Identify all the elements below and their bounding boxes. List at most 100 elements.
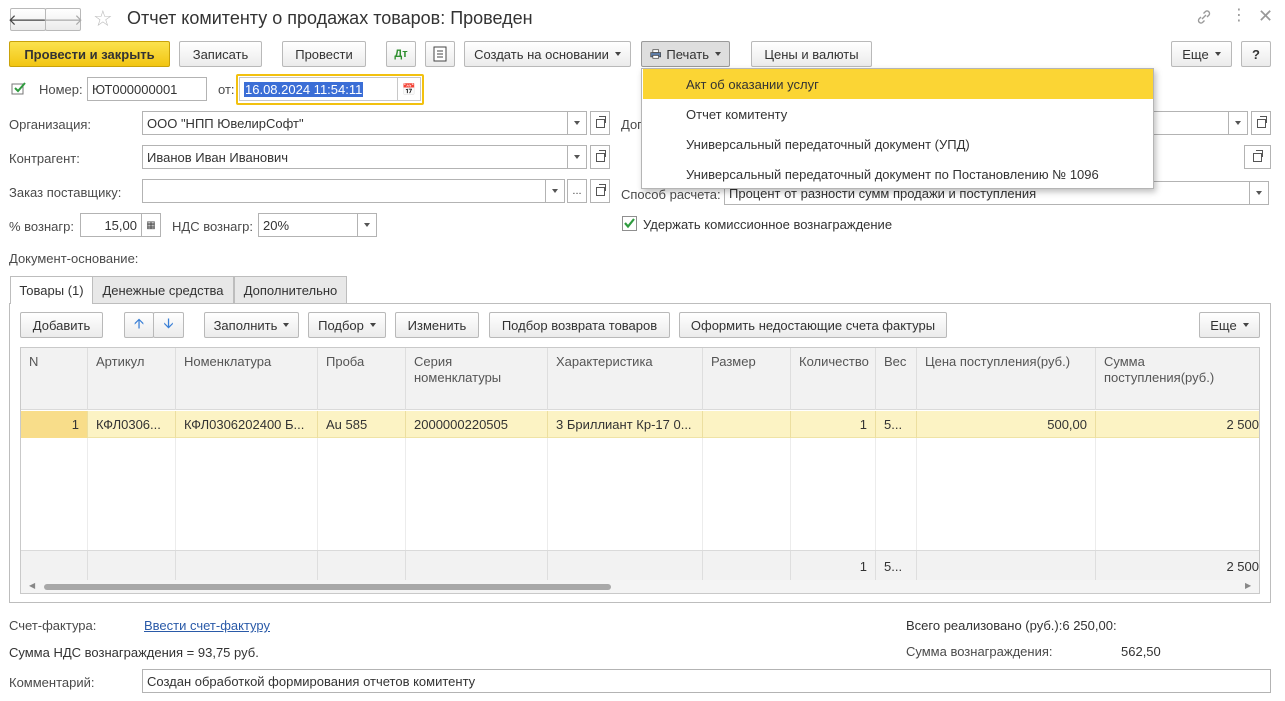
print-button[interactable]: Печать (641, 41, 730, 67)
change-button[interactable]: Изменить (395, 312, 479, 338)
save-button[interactable]: Записать (179, 41, 262, 67)
col-header-proba[interactable]: Проба (318, 348, 406, 410)
organization-open[interactable] (590, 111, 610, 135)
number-field[interactable]: ЮТ000000001 (87, 77, 207, 101)
move-down-button[interactable]: 🡫 (153, 312, 184, 338)
reward-sum-value: 562,50 (1121, 644, 1161, 659)
chevron-down-icon (283, 323, 290, 327)
footer-empty (703, 551, 791, 581)
create-based-on-button[interactable]: Создать на основании (464, 41, 631, 67)
cell-proba[interactable]: Au 585 (318, 411, 406, 438)
col-header-article[interactable]: Артикул (88, 348, 176, 410)
create-invoices-button[interactable]: Оформить недостающие счета фактуры (679, 312, 947, 338)
dt-ct-button[interactable]: Дт (386, 41, 416, 67)
tab-money[interactable]: Денежные средства (92, 276, 234, 303)
contractor-dropdown[interactable] (567, 145, 587, 169)
selection-button[interactable]: Подбор (308, 312, 386, 338)
open-icon (1256, 115, 1267, 128)
report-structure-button[interactable] (425, 41, 455, 67)
scrollbar-thumb[interactable] (44, 584, 611, 590)
reward-pct-field[interactable]: 15,00 (80, 213, 142, 237)
col-header-nomenclature[interactable]: Номенклатура (176, 348, 318, 410)
col-header-sum[interactable]: Сумма поступления(руб.) (1096, 348, 1259, 410)
cell-price[interactable]: 500,00 (917, 411, 1096, 438)
cell-article[interactable]: КФЛ0306... (88, 411, 176, 438)
payment-method-dropdown[interactable] (1249, 181, 1269, 205)
add-button[interactable]: Добавить (20, 312, 103, 338)
calendar-icon: 📅 (402, 83, 416, 96)
supplier-order-field[interactable] (142, 179, 546, 203)
cell-sum[interactable]: 2 500 (1096, 411, 1259, 438)
date-field[interactable]: 16.08.2024 11:54:11 (239, 77, 398, 101)
close-icon[interactable]: ✕ (1258, 6, 1273, 27)
back-button[interactable]: 🡐 (8, 8, 48, 31)
col-header-quantity[interactable]: Количество (791, 348, 876, 410)
move-up-button[interactable]: 🡩 (124, 312, 154, 338)
cell-n[interactable]: 1 (21, 411, 88, 438)
document-structure-icon (433, 46, 447, 62)
enter-invoice-link[interactable]: Ввести счет-фактуру (144, 618, 270, 633)
tab-additional[interactable]: Дополнительно (234, 276, 347, 303)
forward-button[interactable]: 🡒 (43, 8, 83, 31)
help-button[interactable]: ? (1241, 41, 1271, 67)
calendar-button[interactable]: 📅 (397, 77, 421, 101)
organization-dropdown[interactable] (567, 111, 587, 135)
fill-button[interactable]: Заполнить (204, 312, 299, 338)
chevron-down-icon (369, 323, 376, 327)
calculator-button[interactable]: ▦ (141, 213, 161, 237)
vat-reward-field[interactable]: 20% (258, 213, 358, 237)
post-and-close-button[interactable]: Провести и закрыть (9, 41, 170, 67)
organization-label: Организация: (9, 117, 92, 132)
more-button[interactable]: Еще (1171, 41, 1232, 67)
table-header: N Артикул Номенклатура Проба Серия номен… (21, 348, 1259, 410)
table-more-button[interactable]: Еще (1199, 312, 1260, 338)
supplier-order-dropdown[interactable] (545, 179, 565, 203)
contract-open[interactable] (1251, 111, 1271, 135)
tab-goods[interactable]: Товары (1) (10, 276, 93, 304)
cell-size[interactable] (703, 411, 791, 438)
hold-commission-checkbox[interactable] (622, 216, 637, 231)
footer-empty (88, 551, 176, 581)
menu-item-service-act[interactable]: Акт об оказании услуг (643, 69, 1153, 99)
cell-nomenclature[interactable]: КФЛ0306202400 Б... (176, 411, 318, 438)
post-button[interactable]: Провести (282, 41, 366, 67)
col-header-characteristic[interactable]: Характеристика (548, 348, 703, 410)
open-icon (1253, 149, 1263, 162)
col-header-size[interactable]: Размер (703, 348, 791, 410)
return-selection-button[interactable]: Подбор возврата товаров (489, 312, 670, 338)
open-icon (595, 183, 606, 196)
cell-weight[interactable]: 5... (876, 411, 917, 438)
cell-series[interactable]: 2000000220505 (406, 411, 548, 438)
vat-reward-dropdown[interactable] (357, 213, 377, 237)
reward-sum-label: Сумма вознаграждения: (906, 644, 1053, 659)
link-icon[interactable] (1195, 8, 1213, 26)
menu-item-upd-1096[interactable]: Универсальный передаточный документ по П… (643, 159, 1153, 189)
more-vertical-icon[interactable]: ⋮ (1231, 8, 1247, 24)
menu-item-upd[interactable]: Универсальный передаточный документ (УПД… (643, 129, 1153, 159)
favorite-star-icon[interactable]: ☆ (93, 6, 113, 32)
contractor-field[interactable]: Иванов Иван Иванович (142, 145, 569, 169)
contractor-open[interactable] (590, 145, 610, 169)
chevron-down-icon (552, 189, 558, 193)
supplier-order-select[interactable]: ... (567, 179, 587, 203)
posted-check-icon (11, 81, 27, 95)
table-row[interactable]: 1 КФЛ0306... КФЛ0306202400 Б... Au 585 2… (21, 411, 1259, 438)
date-label: от: (218, 82, 235, 97)
col-header-price[interactable]: Цена поступления(руб.) (917, 348, 1096, 410)
organization-field[interactable]: ООО "НПП ЮвелирСофт" (142, 111, 569, 135)
scroll-right-icon[interactable]: ▶ (1245, 581, 1251, 590)
contract-dropdown[interactable] (1228, 111, 1248, 135)
cell-characteristic[interactable]: 3 Бриллиант Кр-17 0... (548, 411, 703, 438)
comment-field[interactable]: Создан обработкой формирования отчетов к… (142, 669, 1271, 693)
horizontal-scrollbar[interactable]: ◀ ▶ (21, 580, 1259, 593)
chevron-down-icon (1256, 191, 1262, 195)
warehouse-open[interactable] (1244, 145, 1271, 169)
col-header-n[interactable]: N (21, 348, 88, 410)
scroll-left-icon[interactable]: ◀ (29, 581, 35, 590)
cell-quantity[interactable]: 1 (791, 411, 876, 438)
supplier-order-open[interactable] (590, 179, 610, 203)
menu-item-consignor-report[interactable]: Отчет комитенту (643, 99, 1153, 129)
prices-currencies-button[interactable]: Цены и валюты (751, 41, 872, 67)
col-header-series[interactable]: Серия номенклатуры (406, 348, 548, 410)
col-header-weight[interactable]: Вес (876, 348, 917, 410)
